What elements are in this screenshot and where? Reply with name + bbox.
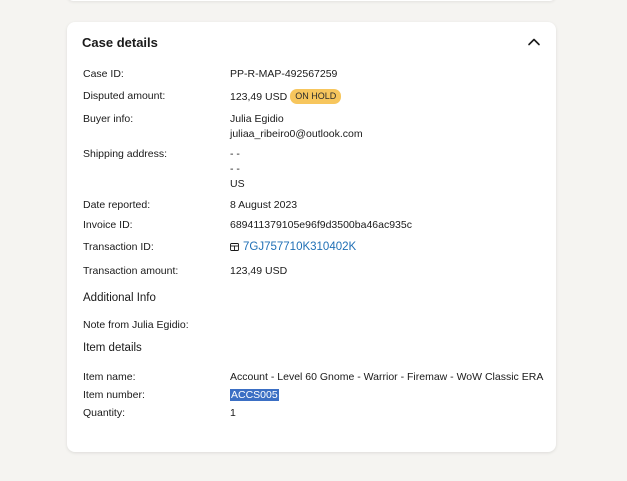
disputed-amount-value: 123,49 USD bbox=[230, 91, 288, 103]
shipping-address-label: Shipping address: bbox=[83, 148, 168, 160]
transaction-amount-value: 123,49 USD bbox=[230, 265, 288, 277]
note-label: Note from Julia Egidio: bbox=[83, 319, 189, 331]
case-details-card: Case details Case ID: PP-R-MAP-492567259… bbox=[67, 22, 556, 452]
quantity-label: Quantity: bbox=[83, 407, 126, 419]
transaction-id-link[interactable]: 7GJ757710K310402K bbox=[243, 241, 356, 253]
buyer-email: juliaa_ribeiro0@outlook.com bbox=[230, 128, 363, 140]
transaction-amount-label: Transaction amount: bbox=[83, 265, 179, 277]
buyer-info-label: Buyer info: bbox=[83, 113, 134, 125]
transaction-id[interactable]: 7GJ757710K310402K bbox=[230, 240, 356, 255]
shipping-line-1: - - bbox=[230, 148, 240, 160]
item-number-label: Item number: bbox=[83, 389, 145, 401]
date-reported-label: Date reported: bbox=[83, 199, 151, 211]
item-number[interactable]: ACCS005 bbox=[230, 388, 279, 403]
case-details-title: Case details bbox=[82, 35, 158, 50]
item-name-value: Account - Level 60 Gnome - Warrior - Fir… bbox=[230, 371, 544, 383]
shipping-country: US bbox=[230, 178, 245, 190]
receipt-icon bbox=[230, 243, 239, 251]
date-reported-value: 8 August 2023 bbox=[230, 199, 298, 211]
additional-info-title: Additional Info bbox=[83, 292, 156, 304]
item-details-title: Item details bbox=[83, 342, 142, 354]
item-name-label: Item name: bbox=[83, 371, 136, 383]
transaction-id-label: Transaction ID: bbox=[83, 241, 154, 253]
item-number-value[interactable]: ACCS005 bbox=[230, 389, 279, 401]
case-id-value: PP-R-MAP-492567259 bbox=[230, 68, 338, 80]
invoice-id-label: Invoice ID: bbox=[83, 219, 133, 231]
case-id-label: Case ID: bbox=[83, 68, 124, 80]
disputed-amount: 123,49 USD ON HOLD bbox=[230, 89, 342, 105]
disputed-amount-label: Disputed amount: bbox=[83, 90, 166, 102]
previous-card bbox=[67, 0, 556, 1]
shipping-line-2: - - bbox=[230, 163, 240, 175]
quantity-value: 1 bbox=[230, 407, 236, 419]
invoice-id-value: 689411379105e96f9d3500ba46ac935c bbox=[230, 219, 412, 231]
chevron-up-icon[interactable] bbox=[526, 34, 542, 50]
buyer-name: Julia Egidio bbox=[230, 113, 284, 125]
status-badge: ON HOLD bbox=[290, 89, 342, 104]
